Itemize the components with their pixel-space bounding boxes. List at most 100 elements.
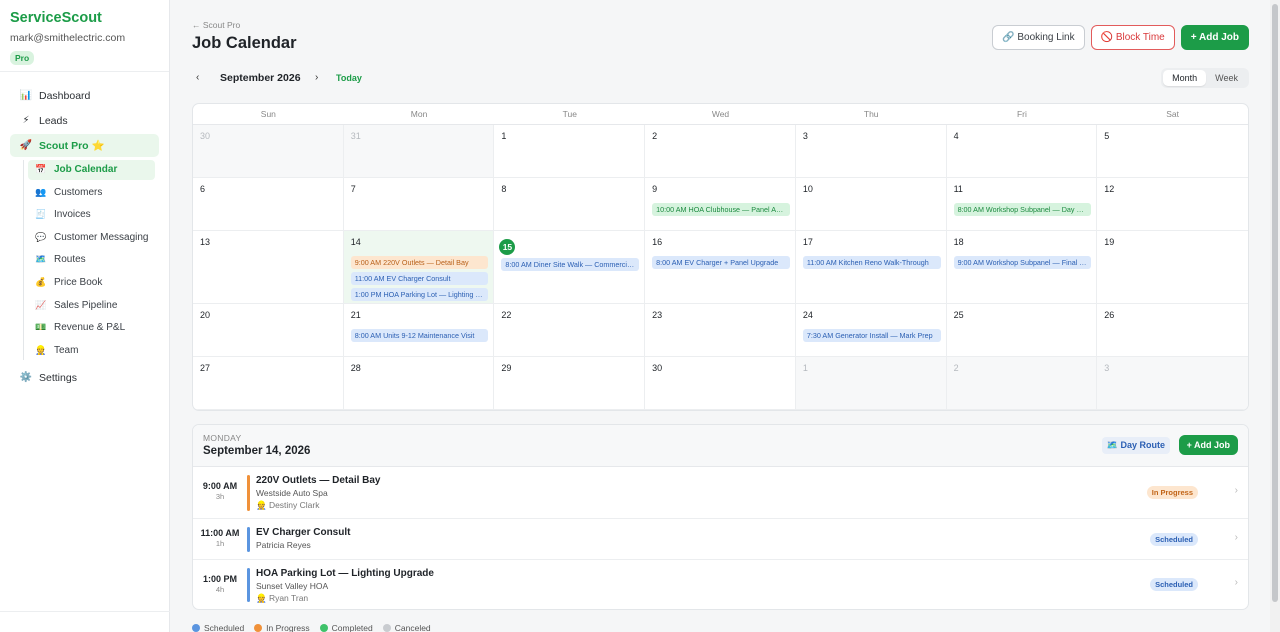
calendar-day-cell[interactable]: 15 8:00 AM Diner Site Walk — Commercial .… <box>494 231 646 304</box>
job-row[interactable]: 1:00 PM 4h HOA Parking Lot — Lighting Upgr… <box>193 560 1248 609</box>
sidebar-item-dashboard[interactable]: 📊 Dashboard <box>10 84 159 107</box>
calendar-day-cell[interactable]: 28 <box>343 357 495 410</box>
calendar-event[interactable]: 11:00 AM EV Charger Consult <box>350 272 489 285</box>
chevron-right-icon[interactable]: › <box>1235 532 1238 543</box>
leads-icon: ⚡ <box>22 115 30 126</box>
sidebar-item-revenue-pl[interactable]: 💵 Revenue & P&L <box>28 318 169 338</box>
sidebar-item-customer-messaging[interactable]: 💬 Customer Messaging <box>28 227 169 247</box>
scrollbar-thumb[interactable] <box>1272 4 1278 602</box>
calendar-day-cell[interactable]: 29 <box>494 357 646 410</box>
day-number: 31 <box>350 131 361 141</box>
chevron-right-icon[interactable]: › <box>1235 577 1238 588</box>
today-button[interactable]: Today <box>336 73 362 83</box>
calendar-event[interactable]: 8:00 AM Diner Site Walk — Commercial ... <box>501 258 640 271</box>
sidebar-item-routes[interactable]: 🗺️ Routes <box>28 250 169 270</box>
calendar-day-cell[interactable]: 4 <box>946 125 1098 178</box>
chevron-right-icon[interactable]: › <box>1235 485 1238 496</box>
calendar-day-cell[interactable]: 17 11:00 AM Kitchen Reno Walk-Through <box>795 231 947 304</box>
day-number: 13 <box>200 237 211 247</box>
job-info: HOA Parking Lot — Lighting Upgrade Sunset… <box>256 568 434 604</box>
scout-pro-subnav: 📅 Job Calendar 👥 Customers 🧾 Invoices 💬 Custome… <box>23 159 169 361</box>
sidebar-item-price-book[interactable]: 💰 Price Book <box>28 273 169 293</box>
calendar-event[interactable]: 10:00 AM HOA Clubhouse — Panel Asse... <box>652 203 790 216</box>
calendar-event[interactable]: 9:00 AM Workshop Subpanel — Final Co... <box>953 256 1092 269</box>
prev-month-chevron-icon[interactable]: ‹ <box>196 72 199 83</box>
legend-dot <box>192 624 200 632</box>
calendar-day-cell[interactable]: 27 <box>193 357 344 410</box>
calendar-day-cell[interactable]: 7 <box>343 178 495 231</box>
calendar-day-cell[interactable]: 9 10:00 AM HOA Clubhouse — Panel Asse... <box>645 178 796 231</box>
day-number: 25 <box>953 310 964 320</box>
calendar-event[interactable]: 1:00 PM HOA Parking Lot — Lighting Upg..… <box>350 288 489 301</box>
job-customer: Patricia Reyes <box>256 540 311 550</box>
day-route-button[interactable]: 🗺️ Day Route <box>1101 437 1170 454</box>
calendar-day-cell[interactable]: 2 <box>946 357 1098 410</box>
day-detail-panel: MONDAY September 14, 2026 🗺️ Day Route +… <box>192 424 1249 610</box>
calendar-day-cell[interactable]: 12 <box>1097 178 1248 231</box>
day-add-job-button[interactable]: + Add Job <box>1178 435 1238 455</box>
calendar-day-cell[interactable]: 30 <box>645 357 796 410</box>
weekday-label: Fri <box>1016 109 1027 119</box>
legend-label: Completed <box>331 623 373 632</box>
sidebar-item-sales-pipeline[interactable]: 📈 Sales Pipeline <box>28 295 169 315</box>
calendar-day-cell[interactable]: 16 8:00 AM EV Charger + Panel Upgrade <box>645 231 796 304</box>
calendar-event[interactable]: 8:00 AM Units 9-12 Maintenance Visit <box>350 329 489 342</box>
calendar-day-cell[interactable]: 31 <box>343 125 495 178</box>
calendar-day-cell[interactable]: 6 <box>193 178 344 231</box>
sidebar-item-customers[interactable]: 👥 Customers <box>28 182 169 202</box>
page-scrollbar[interactable] <box>1270 0 1280 632</box>
calendar-event[interactable]: 9:00 AM 220V Outlets — Detail Bay <box>350 256 489 269</box>
add-job-button[interactable]: + Add Job <box>1180 25 1249 50</box>
calendar-day-cell[interactable]: 1 <box>795 357 947 410</box>
week-view-button[interactable]: Week <box>1206 70 1247 86</box>
calendar-day-cell[interactable]: 21 8:00 AM Units 9-12 Maintenance Visit <box>343 304 495 357</box>
day-number: 3 <box>1104 363 1110 373</box>
calendar-day-cell[interactable]: 26 <box>1097 304 1248 357</box>
sidebar-item-leads[interactable]: ⚡ Leads <box>10 109 159 132</box>
calendar-day-cell[interactable]: 3 <box>1097 357 1248 410</box>
sidebar-item-invoices[interactable]: 🧾 Invoices <box>28 205 169 225</box>
sales-pipeline-icon: 📈 <box>35 299 47 310</box>
calendar-event[interactable]: 7:30 AM Generator Install — Mark Prep <box>802 329 941 342</box>
calendar-event[interactable]: 8:00 AM Workshop Subpanel — Day 1 Ro... <box>953 203 1092 216</box>
sidebar-item-settings[interactable]: ⚙️ Settings <box>10 366 159 389</box>
job-start-time: 11:00 AM <box>200 528 240 538</box>
calendar-day-cell[interactable]: 1 <box>494 125 646 178</box>
weekday-label: Tue <box>562 109 577 119</box>
job-row[interactable]: 11:00 AM 1h EV Charger Consult Patricia Rey… <box>193 519 1248 560</box>
calendar-day-cell[interactable]: 20 <box>193 304 344 357</box>
calendar-day-cell[interactable]: 18 9:00 AM Workshop Subpanel — Final Co..… <box>946 231 1098 304</box>
calendar-day-cell[interactable]: 5 <box>1097 125 1248 178</box>
calendar-event[interactable]: 8:00 AM EV Charger + Panel Upgrade <box>652 256 790 269</box>
calendar-day-cell[interactable]: 8 <box>494 178 646 231</box>
day-number: 30 <box>200 131 211 141</box>
calendar-day-cell[interactable]: 2 <box>645 125 796 178</box>
calendar-day-cell[interactable]: 19 <box>1097 231 1248 304</box>
sidebar-item-team[interactable]: 👷 Team <box>28 340 169 360</box>
calendar-day-cell[interactable]: 11 8:00 AM Workshop Subpanel — Day 1 Ro..… <box>946 178 1098 231</box>
job-technician: 👷 Ryan Tran <box>256 593 309 603</box>
sidebar-item-job-calendar[interactable]: 📅 Job Calendar <box>28 159 155 180</box>
calendar-day-cell[interactable]: 25 <box>946 304 1098 357</box>
job-duration: 1h <box>215 539 225 548</box>
next-month-chevron-icon[interactable]: › <box>315 72 318 83</box>
booking-link-button[interactable]: 🔗 Booking Link <box>992 25 1085 50</box>
calendar-day-cell[interactable]: 23 <box>645 304 796 357</box>
calendar-day-cell[interactable]: 13 <box>193 231 344 304</box>
sidebar-item-scout-pro[interactable]: 🚀 Scout Pro ⭐ <box>10 134 159 157</box>
back-link[interactable]: ← Scout Pro <box>192 20 240 30</box>
day-panel-header: MONDAY September 14, 2026 🗺️ Day Route +… <box>193 425 1248 467</box>
calendar-day-cell[interactable]: 3 <box>795 125 947 178</box>
brand-name[interactable]: ServiceScout <box>10 10 159 26</box>
calendar-day-cell[interactable]: 10 <box>795 178 947 231</box>
block-time-button[interactable]: 🚫 Block Time <box>1090 25 1175 50</box>
calendar-day-cell[interactable]: 22 <box>494 304 646 357</box>
month-view-button[interactable]: Month <box>1163 70 1207 86</box>
calendar-day-cell[interactable]: 30 <box>193 125 344 178</box>
day-number: 20 <box>200 310 211 320</box>
day-job-list: 9:00 AM 3h 220V Outlets — Detail Bay Westsi… <box>193 467 1248 609</box>
calendar-day-cell[interactable]: 14 9:00 AM 220V Outlets — Detail Bay 11:00… <box>343 231 495 304</box>
calendar-event[interactable]: 11:00 AM Kitchen Reno Walk-Through <box>802 256 941 269</box>
job-row[interactable]: 9:00 AM 3h 220V Outlets — Detail Bay Westsi… <box>193 467 1248 519</box>
calendar-day-cell[interactable]: 24 7:30 AM Generator Install — Mark Prep <box>795 304 947 357</box>
